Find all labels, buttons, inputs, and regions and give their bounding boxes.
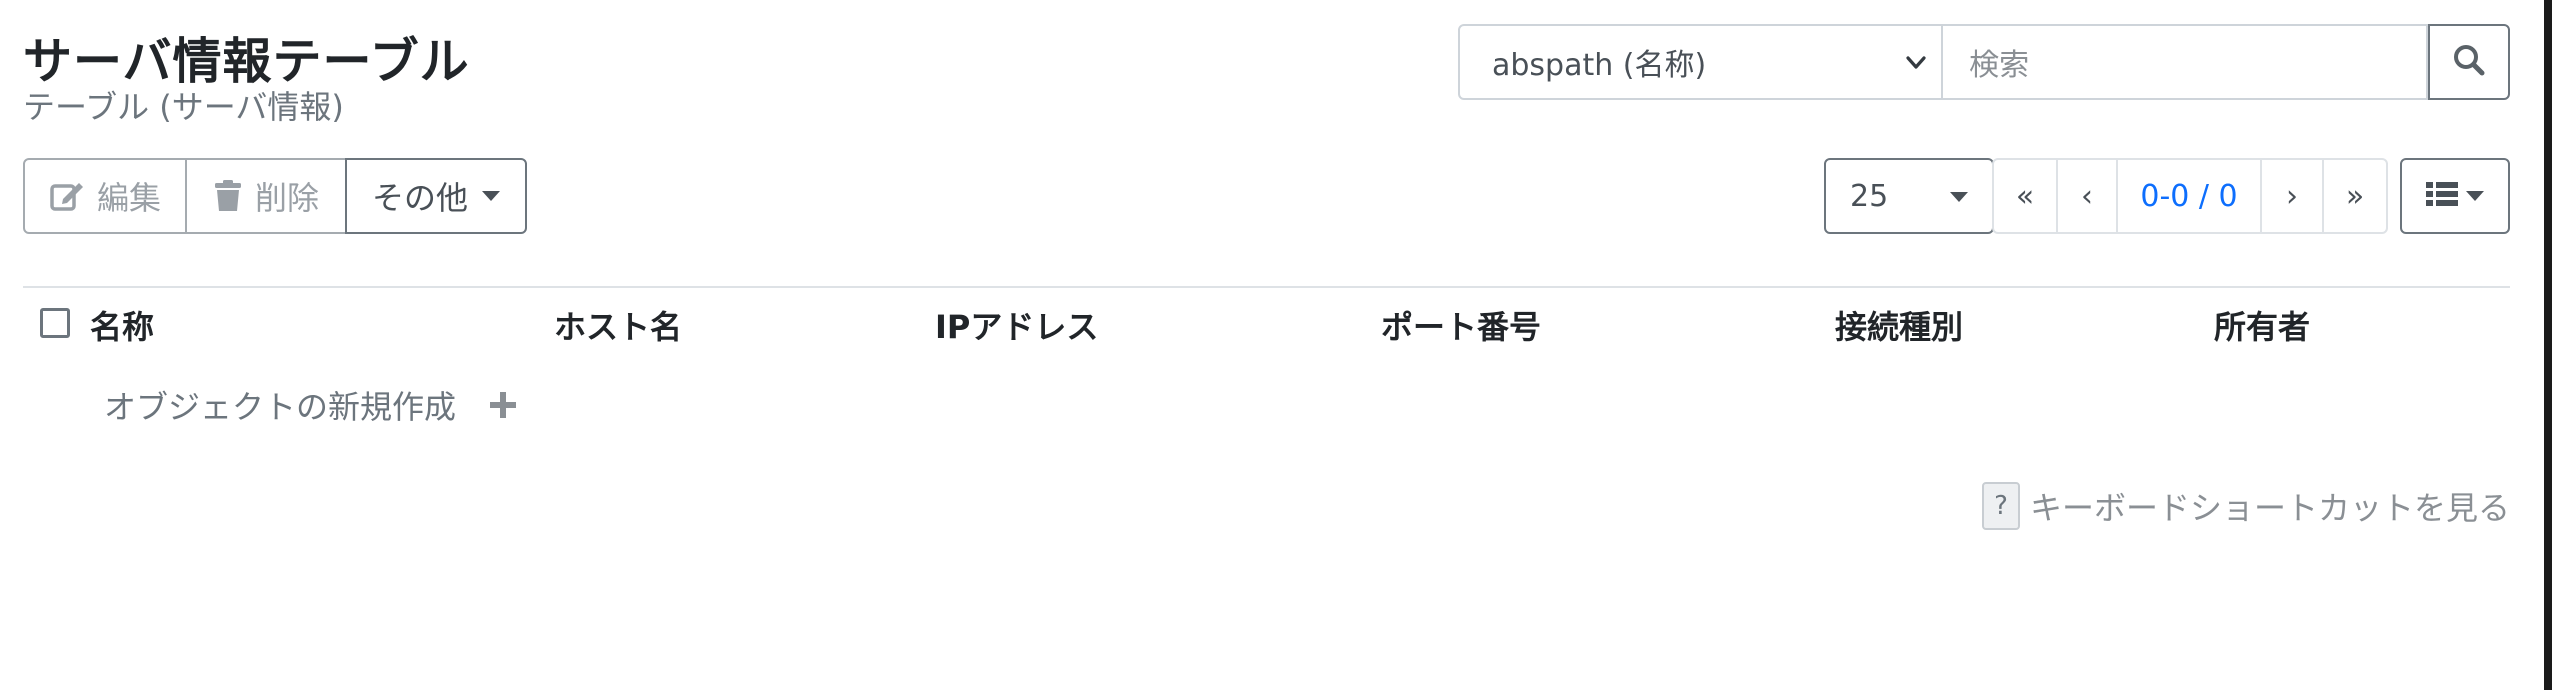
next-page-button[interactable]: › xyxy=(2260,158,2324,234)
column-header-name[interactable]: 名称 xyxy=(90,302,154,348)
list-view-icon xyxy=(2426,181,2458,211)
page-size-value: 25 xyxy=(1850,178,1889,214)
page-subtitle: テーブル (サーバ情報) xyxy=(23,88,344,126)
column-header-owner[interactable]: 所有者 xyxy=(2214,302,2310,348)
new-object-label: オブジェクトの新規作成 xyxy=(104,388,457,426)
first-page-icon: « xyxy=(2015,178,2035,214)
prev-page-button[interactable]: ‹ xyxy=(2056,158,2118,234)
select-all-checkbox[interactable] xyxy=(40,308,70,338)
pagination: « ‹ 0-0 / 0 › » xyxy=(1992,158,2388,234)
last-page-button[interactable]: » xyxy=(2322,158,2388,234)
search-field-selected: abspath (名称) xyxy=(1492,48,1707,83)
column-header-ip-address[interactable]: IPアドレス xyxy=(935,302,1098,348)
edit-icon xyxy=(49,179,85,213)
view-mode-dropdown[interactable] xyxy=(2400,158,2510,234)
page-size-select[interactable]: 25 xyxy=(1824,158,1994,234)
caret-down-icon xyxy=(482,191,500,201)
other-dropdown-button[interactable]: その他 xyxy=(345,158,527,234)
edit-button[interactable]: 編集 xyxy=(23,158,187,234)
search-field-select[interactable]: abspath (名称) xyxy=(1458,24,1944,100)
trash-icon xyxy=(213,179,243,213)
window-edge xyxy=(2544,0,2552,690)
column-header-port[interactable]: ポート番号 xyxy=(1381,302,1541,348)
edit-label: 編集 xyxy=(96,179,161,217)
search-group: abspath (名称) 検索 xyxy=(1458,24,2511,100)
chevron-down-icon xyxy=(1901,46,1931,80)
search-button[interactable] xyxy=(2428,24,2511,100)
plus-icon xyxy=(488,390,518,420)
last-page-icon: » xyxy=(2345,178,2365,214)
search-icon xyxy=(2452,43,2486,81)
search-input[interactable]: 検索 xyxy=(1943,24,2429,100)
help-key-icon: ? xyxy=(1981,482,2020,530)
new-object-link[interactable]: オブジェクトの新規作成 xyxy=(104,382,518,428)
table-header-divider xyxy=(23,286,2510,288)
action-button-group: 編集 削除 その他 xyxy=(23,158,527,234)
caret-down-icon xyxy=(2466,191,2484,201)
search-placeholder: 検索 xyxy=(1969,48,2030,83)
delete-button[interactable]: 削除 xyxy=(185,158,347,234)
other-label: その他 xyxy=(371,179,468,217)
page-info-text: 0-0 / 0 xyxy=(2140,178,2238,214)
page-info: 0-0 / 0 xyxy=(2116,158,2262,234)
next-page-icon: › xyxy=(2286,178,2298,214)
column-header-hostname[interactable]: ホスト名 xyxy=(554,302,682,348)
delete-label: 削除 xyxy=(254,179,319,217)
shortcut-help-label: キーボードショートカットを見る xyxy=(2029,489,2510,527)
column-header-connection-type[interactable]: 接続種別 xyxy=(1835,302,1963,348)
keyboard-shortcuts-link[interactable]: ? キーボードショートカットを見る xyxy=(1981,482,2510,530)
prev-page-icon: ‹ xyxy=(2081,178,2093,214)
first-page-button[interactable]: « xyxy=(1992,158,2058,234)
caret-down-icon xyxy=(1950,192,1968,202)
